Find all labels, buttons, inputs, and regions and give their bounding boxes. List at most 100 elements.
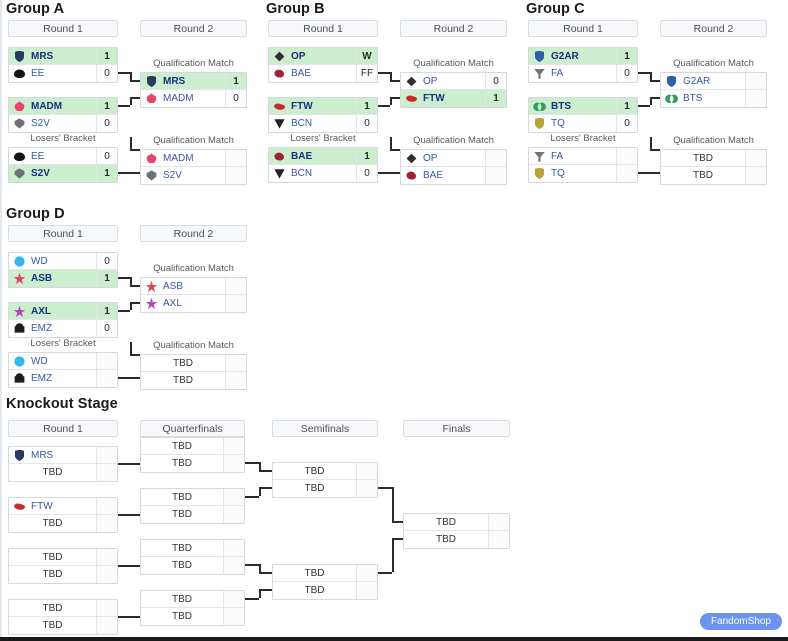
match-row[interactable]: TBD: [141, 608, 244, 625]
match-row[interactable]: TBD: [141, 455, 244, 472]
match-row[interactable]: BTS: [661, 90, 766, 107]
group-4-r1-match-1[interactable]: WD 0 ASB 1: [8, 252, 118, 288]
knockout-qf-match-1[interactable]: TBD TBD: [140, 437, 245, 473]
match-row[interactable]: TBD: [9, 600, 117, 617]
knockout-finals-match[interactable]: TBD TBD: [403, 513, 510, 549]
match-row[interactable]: TBD: [141, 557, 244, 574]
match-row[interactable]: MRS 1: [141, 73, 246, 90]
match-row[interactable]: WD: [9, 353, 117, 370]
match-row[interactable]: FA: [529, 148, 637, 165]
knockout-sf-match-2[interactable]: TBD TBD: [272, 564, 378, 600]
match-row[interactable]: TBD: [141, 540, 244, 557]
group-2-qual-match-1[interactable]: Qualification Match OP 0 FTW 1: [400, 58, 507, 108]
match-row[interactable]: TBD: [273, 480, 377, 497]
match-row[interactable]: TBD: [9, 566, 117, 583]
group-1-losers-match[interactable]: Losers' Bracket EE 0 S2V 1: [8, 133, 118, 183]
match-row[interactable]: TBD: [661, 167, 766, 184]
knockout-r1-match-1[interactable]: MRS TBD: [8, 446, 118, 482]
group-1-r1-match-1[interactable]: MRS 1 EE 0: [8, 47, 118, 83]
knockout-sf-match-1[interactable]: TBD TBD: [272, 462, 378, 498]
match-row[interactable]: MRS: [9, 447, 117, 464]
match-row[interactable]: WD 0: [9, 253, 117, 270]
match-row[interactable]: TBD: [141, 506, 244, 523]
group-2-losers-match[interactable]: Losers' Bracket BAE 1 BCN 0: [268, 133, 378, 183]
fandom-shop-button[interactable]: FandomShop: [699, 613, 782, 630]
match-row[interactable]: EMZ 0: [9, 320, 117, 337]
group-1-qual-match-2[interactable]: Qualification Match MADM S2V: [140, 135, 247, 185]
match-row[interactable]: S2V 0: [9, 115, 117, 132]
match-row[interactable]: BCN 0: [269, 165, 377, 182]
match-row[interactable]: BTS 1: [529, 98, 637, 115]
match-row[interactable]: EMZ: [9, 370, 117, 387]
match-row[interactable]: S2V 1: [9, 165, 117, 182]
match-row[interactable]: TBD: [141, 591, 244, 608]
round-header-3-1[interactable]: Round 1: [528, 20, 638, 37]
match-row[interactable]: FTW: [9, 498, 117, 515]
knockout-round-header-1[interactable]: Round 1: [8, 420, 118, 437]
match-row[interactable]: TBD: [273, 582, 377, 599]
knockout-r1-match-4[interactable]: TBD TBD: [8, 599, 118, 635]
match-row[interactable]: EE 0: [9, 148, 117, 165]
match-row[interactable]: TQ 0: [529, 115, 637, 132]
match-row[interactable]: FTW 1: [401, 90, 506, 107]
knockout-qf-match-3[interactable]: TBD TBD: [140, 539, 245, 575]
round-header-3-2[interactable]: Round 2: [660, 20, 767, 37]
match-row[interactable]: MADM: [141, 150, 246, 167]
match-row[interactable]: G2AR: [661, 73, 766, 90]
match-row[interactable]: FTW 1: [269, 98, 377, 115]
match-row[interactable]: TBD: [9, 515, 117, 532]
match-row[interactable]: TBD: [141, 355, 246, 372]
match-row[interactable]: BAE FF: [269, 65, 377, 82]
knockout-r1-match-3[interactable]: TBD TBD: [8, 548, 118, 584]
group-1-qual-match-1[interactable]: Qualification Match MRS 1 MADM 0: [140, 58, 247, 108]
group-3-losers-match[interactable]: Losers' Bracket FA TQ: [528, 133, 638, 183]
match-row[interactable]: OP: [401, 150, 506, 167]
group-2-r1-match-1[interactable]: OP W BAE FF: [268, 47, 378, 83]
group-2-r1-match-2[interactable]: FTW 1 BCN 0: [268, 97, 378, 133]
match-row[interactable]: MADM 0: [141, 90, 246, 107]
round-header-4-2[interactable]: Round 2: [140, 225, 247, 242]
match-row[interactable]: EE 0: [9, 65, 117, 82]
knockout-qf-match-2[interactable]: TBD TBD: [140, 488, 245, 524]
group-3-r1-match-2[interactable]: BTS 1 TQ 0: [528, 97, 638, 133]
group-3-r1-match-1[interactable]: G2AR 1 FA 0: [528, 47, 638, 83]
match-row[interactable]: TBD: [9, 464, 117, 481]
group-4-losers-match[interactable]: Losers' Bracket WD EMZ: [8, 338, 118, 388]
match-row[interactable]: TBD: [9, 617, 117, 634]
match-row[interactable]: TBD: [404, 531, 509, 548]
group-2-qual-match-2[interactable]: Qualification Match OP BAE: [400, 135, 507, 185]
round-header-1-2[interactable]: Round 2: [140, 20, 247, 37]
group-4-r1-match-2[interactable]: AXL 1 EMZ 0: [8, 302, 118, 338]
match-row[interactable]: TBD: [141, 489, 244, 506]
match-row[interactable]: TBD: [141, 372, 246, 389]
match-row[interactable]: ASB: [141, 278, 246, 295]
group-3-qual-match-1[interactable]: Qualification Match G2AR BTS: [660, 58, 767, 108]
group-4-qual-match-1[interactable]: Qualification Match ASB AXL: [140, 263, 247, 313]
knockout-round-header-3[interactable]: Semifinals: [272, 420, 378, 437]
match-row[interactable]: S2V: [141, 167, 246, 184]
match-row[interactable]: TBD: [273, 565, 377, 582]
match-row[interactable]: MRS 1: [9, 48, 117, 65]
round-header-4-1[interactable]: Round 1: [8, 225, 118, 242]
match-row[interactable]: TBD: [404, 514, 509, 531]
group-3-qual-match-2[interactable]: Qualification Match TBD TBD: [660, 135, 767, 185]
match-row[interactable]: BAE: [401, 167, 506, 184]
group-4-qual-match-2[interactable]: Qualification Match TBD TBD: [140, 340, 247, 390]
match-row[interactable]: TBD: [9, 549, 117, 566]
match-row[interactable]: OP W: [269, 48, 377, 65]
match-row[interactable]: TBD: [661, 150, 766, 167]
match-row[interactable]: FA 0: [529, 65, 637, 82]
match-row[interactable]: TQ: [529, 165, 637, 182]
knockout-round-header-4[interactable]: Finals: [403, 420, 510, 437]
knockout-round-header-2[interactable]: Quarterfinals: [140, 420, 245, 437]
round-header-2-2[interactable]: Round 2: [400, 20, 507, 37]
match-row[interactable]: BCN 0: [269, 115, 377, 132]
match-row[interactable]: MADM 1: [9, 98, 117, 115]
match-row[interactable]: TBD: [273, 463, 377, 480]
match-row[interactable]: AXL 1: [9, 303, 117, 320]
knockout-qf-match-4[interactable]: TBD TBD: [140, 590, 245, 626]
match-row[interactable]: OP 0: [401, 73, 506, 90]
match-row[interactable]: TBD: [141, 438, 244, 455]
knockout-r1-match-2[interactable]: FTW TBD: [8, 497, 118, 533]
match-row[interactable]: ASB 1: [9, 270, 117, 287]
